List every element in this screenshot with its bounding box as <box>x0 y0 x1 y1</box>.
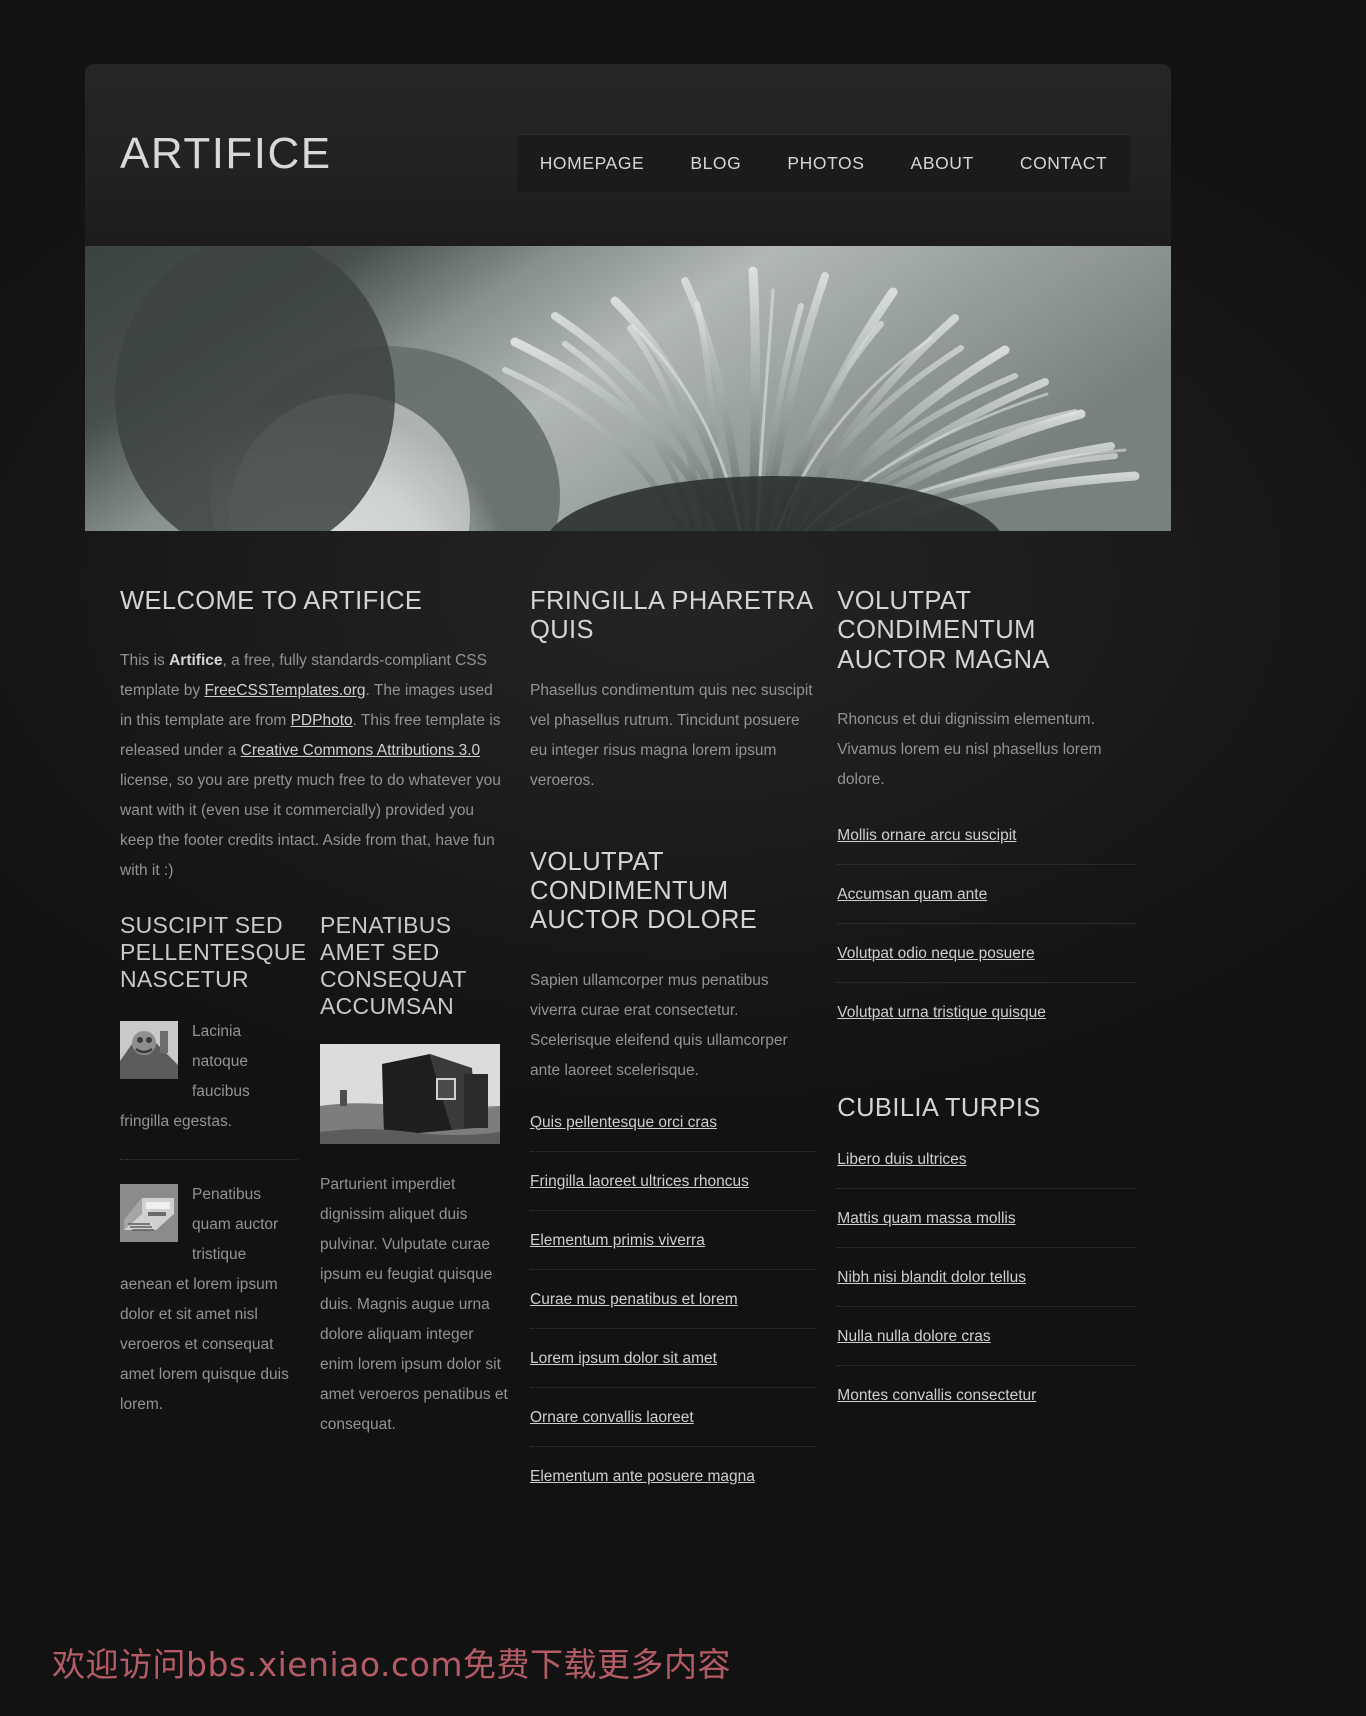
link-fringilla-laoreet-ultrices-rhoncus[interactable]: Fringilla laoreet ultrices rhoncus <box>530 1173 749 1190</box>
fringilla-body: Phasellus condimentum quis nec suscipit … <box>530 681 813 789</box>
site-wrapper: ARTIFICE HOMEPAGE BLOG PHOTOS ABOUT CONT… <box>85 64 1171 1574</box>
link-nulla-nulla-dolore-cras[interactable]: Nulla nulla dolore cras <box>837 1328 990 1345</box>
list-item: Elementum primis viverra <box>530 1230 816 1270</box>
site-header: ARTIFICE HOMEPAGE BLOG PHOTOS ABOUT CONT… <box>85 64 1171 246</box>
link-volutpat-odio-neque-posuere[interactable]: Volutpat odio neque posuere <box>837 945 1034 962</box>
link-freecsstemplates[interactable]: FreeCSSTemplates.org <box>204 682 365 699</box>
penatibus-body: Parturient imperdiet dignissim aliquet d… <box>320 1175 508 1433</box>
machinery-thumb-icon <box>120 1184 178 1243</box>
list-item: Ornare convallis laoreet <box>530 1407 816 1447</box>
penatibus-block: PENATIBUS AMET SED CONSEQUAT ACCUMSAN Pa… <box>320 912 508 1466</box>
link-elementum-ante-posuere-magna[interactable]: Elementum ante posuere magna <box>530 1468 755 1485</box>
link-accumsan-quam-ante[interactable]: Accumsan quam ante <box>837 886 987 903</box>
left-sub-columns: SUSCIPIT SED PELLENTESQUE NASCETUR Lacin… <box>120 912 508 1466</box>
list-item: Montes convallis consectetur <box>837 1385 1136 1407</box>
welcome-heading: WELCOME TO ARTIFICE <box>120 587 423 615</box>
fringilla-heading: FRINGILLA PHARETRA QUIS <box>530 587 813 645</box>
suscipit-blurb-list: Lacinia natoque faucibus fringilla egest… <box>120 1017 298 1442</box>
list-item: Fringilla laoreet ultrices rhoncus <box>530 1171 816 1211</box>
cubilia-link-list: Libero duis ultrices Mattis quam massa m… <box>837 1149 1136 1407</box>
volutpat-dolore-heading: VOLUTPAT CONDIMENTUM AUCTOR DOLORE <box>530 847 758 935</box>
list-item: Nibh nisi blandit dolor tellus <box>837 1267 1136 1308</box>
barn-photo-image <box>320 1043 500 1144</box>
page-canvas: ARTIFICE HOMEPAGE BLOG PHOTOS ABOUT CONT… <box>0 0 1366 1716</box>
nav-item-blog[interactable]: BLOG <box>667 134 764 192</box>
column-right: VOLUTPAT CONDIMENTUM AUCTOR MAGNA Rhoncu… <box>837 587 1136 1433</box>
link-volutpat-urna-tristique-quisque[interactable]: Volutpat urna tristique quisque <box>837 1004 1046 1021</box>
link-ornare-convallis-laoreet[interactable]: Ornare convallis laoreet <box>530 1409 694 1426</box>
list-item: Nulla nulla dolore cras <box>837 1326 1136 1367</box>
volutpat-magna-heading: VOLUTPAT CONDIMENTUM AUCTOR MAGNA <box>837 587 1050 674</box>
volutpat-dolore-link-list: Quis pellentesque orci cras Fringilla la… <box>530 1112 816 1488</box>
volutpat-dolore-body: Sapien ullamcorper mus penatibus viverra… <box>530 971 788 1079</box>
suscipit-heading: SUSCIPIT SED PELLENTESQUE NASCETUR <box>120 912 307 993</box>
watermark-text: 欢迎访问bbs.xieniao.com免费下载更多内容 <box>52 1645 731 1684</box>
content-columns: WELCOME TO ARTIFICE This is Artifice, a … <box>120 587 1136 1514</box>
volutpat-magna-link-list: Mollis ornare arcu suscipit Accumsan qua… <box>837 825 1136 1024</box>
link-libero-duis-ultrices[interactable]: Libero duis ultrices <box>837 1151 966 1168</box>
link-elementum-primis-viverra[interactable]: Elementum primis viverra <box>530 1232 705 1249</box>
link-quis-pellentesque-orci-cras[interactable]: Quis pellentesque orci cras <box>530 1114 717 1131</box>
site-logo[interactable]: ARTIFICE <box>120 132 332 176</box>
page-body: WELCOME TO ARTIFICE This is Artifice, a … <box>85 531 1171 1574</box>
link-mollis-ornare-arcu-suscipit[interactable]: Mollis ornare arcu suscipit <box>837 827 1016 844</box>
volutpat-magna-body: Rhoncus et dui dignissim elementum. Viva… <box>837 710 1102 788</box>
list-item: Elementum ante posuere magna <box>530 1466 815 1488</box>
barn-illustration <box>320 1043 500 1144</box>
machinery-image <box>120 1184 178 1243</box>
suscipit-block: SUSCIPIT SED PELLENTESQUE NASCETUR Lacin… <box>120 912 320 1466</box>
hero-banner-image <box>85 246 1171 531</box>
welcome-text-5: license, so you are pretty much free to … <box>120 772 501 880</box>
column-left: WELCOME TO ARTIFICE This is Artifice, a … <box>120 587 530 1466</box>
link-lorem-ipsum-dolor-sit-amet[interactable]: Lorem ipsum dolor sit amet <box>530 1350 717 1367</box>
link-mattis-quam-massa-mollis[interactable]: Mattis quam massa mollis <box>837 1210 1015 1227</box>
stone-carving-image <box>120 1021 178 1080</box>
list-item: Volutpat odio neque posuere <box>837 943 1136 983</box>
list-item: Penatibus quam auctor tristique aenean e… <box>120 1180 298 1442</box>
stone-carving-thumb-icon <box>120 1021 178 1080</box>
nav-item-photos[interactable]: PHOTOS <box>764 134 887 192</box>
list-item: Quis pellentesque orci cras <box>530 1112 816 1152</box>
list-item: Accumsan quam ante <box>837 884 1136 924</box>
link-montes-convallis-consectetur[interactable]: Montes convallis consectetur <box>837 1387 1036 1404</box>
link-creative-commons[interactable]: Creative Commons Attributions 3.0 <box>241 742 481 759</box>
protea-flower-illustration <box>85 246 1171 531</box>
main-navigation: HOMEPAGE BLOG PHOTOS ABOUT CONTACT <box>517 134 1130 192</box>
link-curae-mus-penatibus-et-lorem[interactable]: Curae mus penatibus et lorem <box>530 1291 738 1308</box>
nav-item-about[interactable]: ABOUT <box>888 134 997 192</box>
list-item: Lorem ipsum dolor sit amet <box>530 1348 816 1388</box>
welcome-paragraph: This is Artifice, a free, fully standard… <box>120 646 508 886</box>
nav-item-homepage[interactable]: HOMEPAGE <box>517 134 668 192</box>
welcome-strong: Artifice <box>169 652 223 670</box>
list-item: Mattis quam massa mollis <box>837 1208 1136 1249</box>
link-pdphoto[interactable]: PDPhoto <box>291 712 353 729</box>
list-item: Volutpat urna tristique quisque <box>837 1002 1136 1024</box>
nav-item-contact[interactable]: CONTACT <box>997 134 1130 192</box>
list-item: Libero duis ultrices <box>837 1149 1136 1190</box>
penatibus-heading: PENATIBUS AMET SED CONSEQUAT ACCUMSAN <box>320 912 467 1020</box>
list-item: Mollis ornare arcu suscipit <box>837 825 1136 865</box>
cubilia-heading: CUBILIA TURPIS <box>837 1093 1041 1122</box>
list-item: Lacinia natoque faucibus fringilla egest… <box>120 1017 298 1161</box>
column-middle: FRINGILLA PHARETRA QUIS Phasellus condim… <box>530 587 837 1514</box>
welcome-text-1: This is <box>120 652 170 670</box>
list-item: Curae mus penatibus et lorem <box>530 1289 816 1329</box>
link-nibh-nisi-blandit-dolor-tellus[interactable]: Nibh nisi blandit dolor tellus <box>837 1269 1026 1286</box>
